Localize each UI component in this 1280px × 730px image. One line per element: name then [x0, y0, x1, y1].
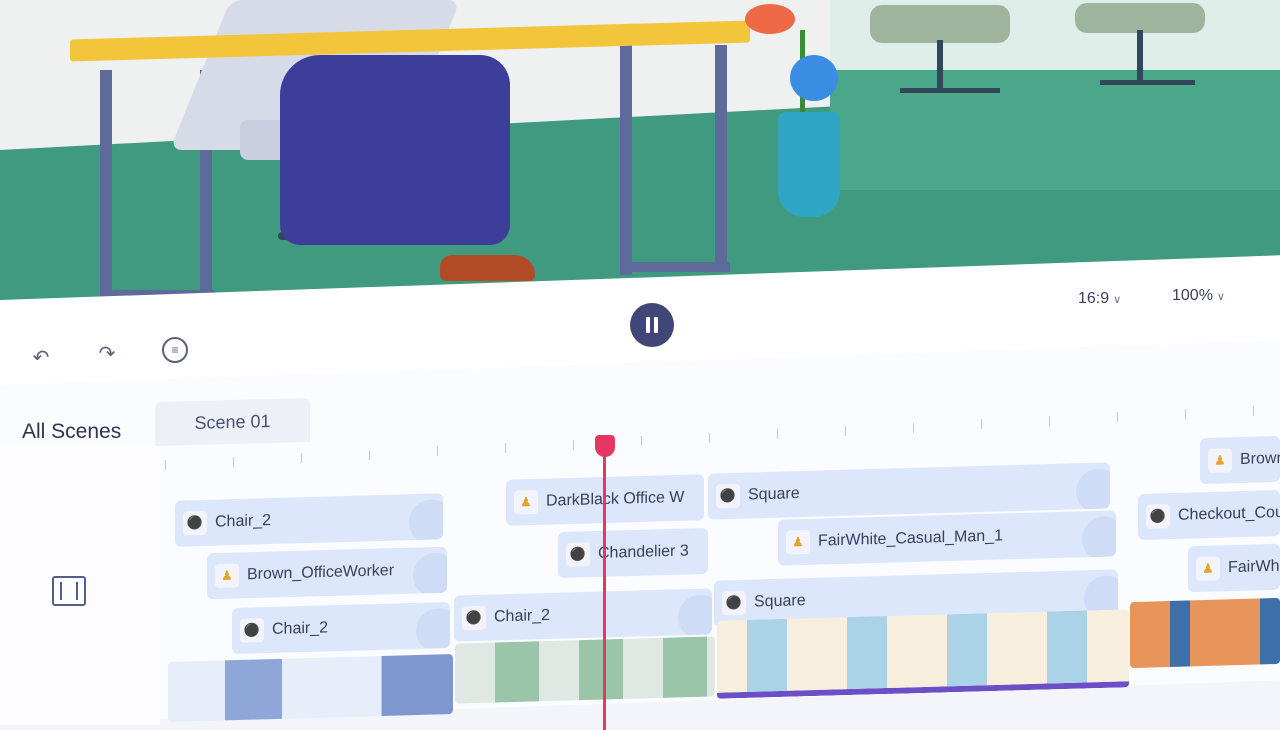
object-icon: ⚫: [1146, 504, 1170, 529]
desk-leg: [620, 45, 632, 275]
timeline-clip[interactable]: ⚫ Chair_2: [175, 493, 443, 547]
clip-label: DarkBlack Office W: [546, 488, 685, 510]
character-icon: ♟: [1208, 448, 1232, 473]
clip-label: Chair_2: [272, 619, 329, 638]
character-icon: ♟: [215, 563, 239, 589]
ruler-tick: [505, 443, 506, 453]
ruler-tick: [845, 426, 846, 436]
scene-floor-back: [830, 70, 1280, 190]
scene-thumbnail-strip[interactable]: [168, 654, 453, 722]
flower-blue: [790, 55, 838, 101]
ruler-tick: [1253, 405, 1254, 416]
clip-label: Chair_2: [215, 512, 272, 531]
scene-thumbnail-strip[interactable]: [455, 636, 715, 704]
aspect-ratio-value: 16:9: [1078, 290, 1110, 307]
character-icon: ♟: [514, 489, 538, 515]
background-chair-leg: [1137, 30, 1143, 80]
clip-label: Checkout_Count: [1178, 503, 1280, 524]
desk-leg: [630, 262, 730, 272]
clip-label: Square: [748, 485, 800, 504]
zoom-dropdown[interactable]: 100% ∨: [1172, 287, 1225, 305]
desk-leg: [100, 70, 112, 300]
background-chair-base: [1100, 80, 1195, 85]
desk-leg: [715, 45, 727, 270]
ruler-tick: [1117, 412, 1118, 423]
vase: [778, 112, 840, 217]
scene-thumbnail-strip[interactable]: [717, 609, 1129, 699]
clip-label: Square: [754, 592, 806, 611]
timeline-ruler[interactable]: [160, 390, 1280, 470]
pause-icon: [644, 317, 660, 333]
playhead-handle[interactable]: [595, 435, 615, 457]
clip-label: Brown_OfficeWorker: [247, 562, 395, 584]
redo-icon[interactable]: ↷: [94, 340, 120, 366]
timeline-clip[interactable]: ⚫ Chair_2: [232, 601, 450, 655]
timeline-clip[interactable]: ♟ FairWhite_Casual_Man_1: [778, 510, 1116, 566]
ruler-tick: [301, 453, 302, 464]
clip-label: FairWhite: [1228, 557, 1280, 577]
background-chair-base: [900, 88, 1000, 93]
zoom-value: 100%: [1172, 287, 1213, 304]
aspect-ratio-dropdown[interactable]: 16:9 ∨: [1078, 290, 1121, 308]
chevron-down-icon: ∨: [1113, 294, 1122, 306]
background-chair: [870, 5, 1010, 43]
ruler-tick: [573, 439, 574, 450]
timeline-clip[interactable]: ⚫ Chandelier 3: [558, 527, 708, 579]
timeline-clip[interactable]: ♟ FairWhite: [1188, 543, 1280, 593]
scene-thumbnail-strip[interactable]: [1130, 597, 1280, 669]
clip-label: Chair_2: [494, 606, 551, 626]
ruler-tick: [1185, 409, 1186, 419]
ruler-tick: [709, 432, 710, 443]
ruler-tick: [369, 449, 370, 460]
undo-icon[interactable]: ↶: [28, 344, 54, 370]
ruler-tick: [981, 419, 982, 430]
ruler-tick: [641, 436, 642, 447]
object-icon: ⚫: [716, 483, 740, 509]
background-chair-leg: [937, 40, 943, 90]
clip-label: Chandelier 3: [598, 542, 689, 562]
object-icon: ⚫: [462, 605, 486, 631]
character-icon: ♟: [1196, 556, 1220, 582]
flower-red: [745, 4, 795, 34]
object-icon: ⚫: [722, 590, 746, 616]
ruler-tick: [1049, 415, 1050, 426]
background-chair: [1075, 3, 1205, 33]
ruler-tick: [777, 429, 778, 440]
timeline-clip[interactable]: ♟ Brown_OfficeWorker: [207, 546, 447, 600]
ruler-tick: [165, 460, 166, 470]
timeline-clip[interactable]: ⚫ Checkout_Count: [1138, 490, 1280, 540]
object-icon: ⚫: [183, 510, 207, 536]
object-icon: ⚫: [240, 618, 264, 643]
clip-label: Brown_: [1240, 449, 1280, 468]
film-strip-icon[interactable]: [52, 576, 86, 606]
ruler-tick: [437, 446, 438, 457]
timeline-clip[interactable]: ♟ Brown_: [1200, 435, 1280, 485]
clip-label: FairWhite_Casual_Man_1: [818, 527, 1003, 550]
ruler-tick: [913, 422, 914, 433]
tab-all-scenes[interactable]: All Scenes: [22, 420, 121, 444]
office-worker-shoe: [440, 255, 535, 281]
timeline-clip[interactable]: ⚫ Chair_2: [454, 588, 712, 642]
pause-button[interactable]: [630, 303, 674, 347]
ruler-tick: [233, 456, 234, 467]
chevron-down-icon: ∨: [1216, 291, 1225, 303]
office-worker: [280, 55, 510, 245]
voice-wave-icon[interactable]: ≡: [162, 337, 188, 363]
character-icon: ♟: [786, 529, 810, 555]
playhead-line[interactable]: [603, 440, 606, 730]
object-icon: ⚫: [566, 542, 590, 567]
